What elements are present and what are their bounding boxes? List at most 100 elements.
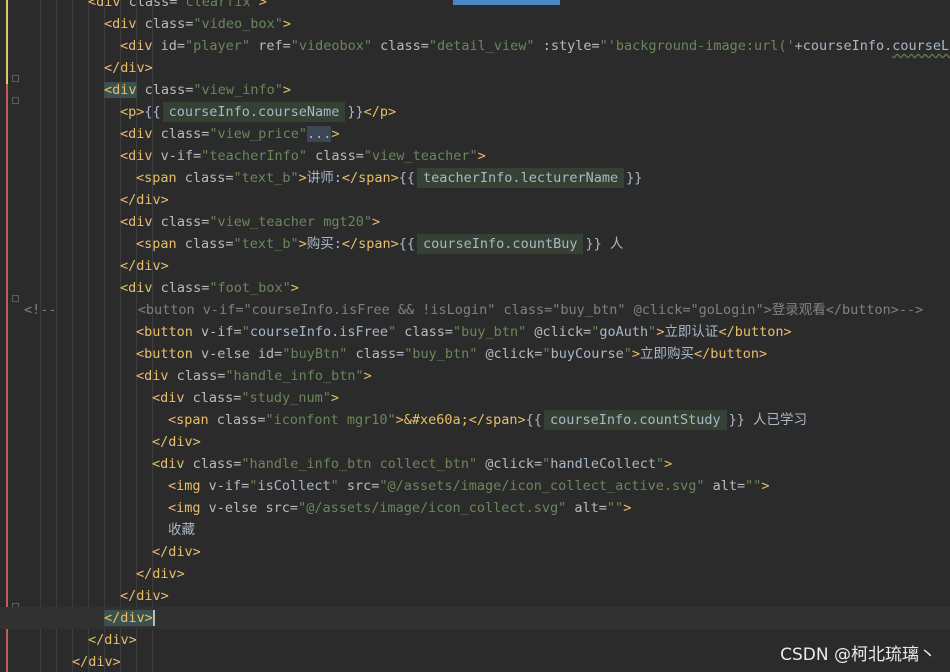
code-token-tag: > (395, 412, 404, 428)
code-line-content: <p>{{courseInfo.courseName}}</p> (0, 101, 396, 123)
code-token-txt: 购买: (306, 236, 342, 252)
code-line[interactable]: <div class="video_box"> (0, 13, 291, 35)
code-token-tag: > (761, 478, 770, 494)
code-token-tag: </div> (120, 258, 169, 274)
horizontal-scroll-thumb[interactable] (453, 0, 560, 5)
code-line[interactable]: </div> (0, 541, 201, 563)
code-line[interactable]: <img v-else src="@/assets/image/icon_col… (0, 497, 631, 519)
code-token-attr: class= (208, 412, 266, 428)
code-token-folded: ... (306, 126, 332, 142)
code-token-attr: @click= (477, 456, 543, 472)
code-line-content: </div> (0, 255, 169, 277)
code-line[interactable]: </div> (0, 607, 950, 629)
code-token-str: "text_b" (233, 170, 299, 186)
code-line[interactable]: </div> (0, 431, 201, 453)
code-token-txt: }} (347, 104, 364, 120)
code-token-attr: class= (347, 346, 405, 362)
code-line-content: <!-- <button v-if="courseInfo.isFree && … (0, 299, 923, 321)
code-line[interactable]: <span class="iconfont mgr10">&#xe60a;</s… (0, 409, 807, 431)
code-token-tag: </div> (152, 434, 201, 450)
code-token-tag: <div (136, 368, 169, 384)
code-token-str: "@/assets/image/icon_collect.svg" (298, 500, 567, 516)
code-token-attr: class= (184, 390, 242, 406)
code-line-content: <div class="view_info"> (0, 79, 291, 101)
code-line[interactable]: </div> (0, 57, 153, 79)
code-line[interactable]: </div> (0, 651, 121, 672)
code-line[interactable]: </div> (0, 255, 169, 277)
code-line[interactable]: </div> (0, 189, 169, 211)
code-token-str: "view_price" (209, 126, 307, 142)
code-line[interactable]: <div class="study_num"> (0, 387, 339, 409)
code-token-tag: </div> (72, 654, 121, 670)
code-line[interactable]: <img v-if="isCollect" src="@/assets/imag… (0, 475, 770, 497)
code-token-tag: </button> (694, 346, 768, 362)
code-token-txt: 立即购买 (640, 346, 695, 362)
code-line[interactable]: </div> (0, 629, 137, 651)
code-line[interactable]: <div class="handle_info_btn collect_btn"… (0, 453, 672, 475)
code-line[interactable]: <div v-if="teacherInfo" class="view_teac… (0, 145, 486, 167)
code-token-txt: {{ (525, 412, 542, 428)
code-token-tag: </div> (120, 192, 169, 208)
code-token-tag: <span (168, 412, 209, 428)
code-token-tag: <img (168, 500, 201, 516)
code-token-str: " (241, 324, 250, 340)
code-token-attr: v-else src= (200, 500, 299, 516)
code-line-content: <div class="view_price"...> (0, 123, 340, 145)
code-token-str: "study_num" (241, 390, 331, 406)
code-token-ex: courseInfo.isFree (249, 324, 388, 340)
code-line-content: </div> (0, 585, 169, 607)
code-line[interactable]: <div class="view_teacher mgt20"> (0, 211, 380, 233)
code-token-tag: <div (120, 126, 153, 142)
code-token-attr: v-if= (200, 478, 250, 494)
code-token-attr: class= (152, 126, 210, 142)
code-token-tag: > (363, 368, 372, 384)
code-line-content: <div class="clearfix"> (0, 0, 267, 13)
code-token-attr: id= (152, 38, 186, 54)
code-line[interactable]: 收藏 (0, 519, 195, 541)
code-token-tag: > (623, 500, 632, 516)
code-line[interactable]: <!-- <button v-if="courseInfo.isFree && … (0, 299, 923, 321)
code-token-br: <div (104, 82, 137, 98)
code-token-str: "iconfont mgr10" (265, 412, 396, 428)
code-token-str: "'background-image:url(' (599, 38, 795, 54)
code-token-str: " (623, 346, 632, 362)
code-line[interactable]: <div class="clearfix"> (0, 0, 267, 13)
code-line[interactable]: <div class="foot_box"> (0, 277, 299, 299)
code-token-tag: &#xe60a; (403, 412, 469, 428)
code-line[interactable]: <span class="text_b">讲师:</span>{{teacher… (0, 167, 642, 189)
code-line[interactable]: <div class="view_price"...> (0, 123, 340, 145)
code-token-attr: class= (168, 368, 226, 384)
code-line-content: <div v-if="teacherInfo" class="view_teac… (0, 145, 486, 167)
code-line[interactable]: </div> (0, 563, 185, 585)
code-line[interactable]: <button v-else id="buyBtn" class="buy_bt… (0, 343, 767, 365)
code-line-content: </div> (0, 563, 185, 585)
code-line-content: <div class="study_num"> (0, 387, 339, 409)
code-token-str: "handle_info_btn" (225, 368, 364, 384)
code-token-txt: 收藏 (168, 522, 195, 538)
code-token-tag: > (282, 82, 291, 98)
code-token-tag: <div (104, 16, 137, 32)
code-line[interactable]: <div class="handle_info_btn"> (0, 365, 372, 387)
code-line-content: <div class="view_teacher mgt20"> (0, 211, 380, 233)
code-line-content: </div> (0, 607, 155, 629)
code-token-tag: > (298, 236, 307, 252)
code-line[interactable]: <div id="player" ref="videobox" class="d… (0, 35, 950, 57)
code-editor[interactable]: <div class="clearfix"> <div class="video_… (0, 0, 950, 672)
code-line[interactable]: <span class="text_b">购买:</span>{{courseI… (0, 233, 623, 255)
code-token-tag: <img (168, 478, 201, 494)
inlay-expression: courseInfo.countBuy (417, 234, 584, 254)
code-token-ex: handleCollect (550, 456, 656, 472)
code-token-tag: </span> (341, 236, 399, 252)
code-line[interactable]: <div class="view_info"> (0, 79, 291, 101)
code-line[interactable]: <p>{{courseInfo.courseName}}</p> (0, 101, 396, 123)
code-token-str: "" (606, 500, 624, 516)
code-line-content: </div> (0, 541, 201, 563)
code-token-txt: {{ (398, 236, 416, 252)
watermark-text: CSDN @柯北琉璃丶 (780, 645, 936, 665)
code-token-attr: alt= (704, 478, 746, 494)
code-token-str: " (542, 346, 551, 362)
code-line[interactable]: <button v-if="courseInfo.isFree" class="… (0, 321, 792, 343)
code-line[interactable]: </div> (0, 585, 169, 607)
code-line-content: <div class="handle_info_btn"> (0, 365, 372, 387)
code-token-tag: <button (136, 324, 193, 340)
